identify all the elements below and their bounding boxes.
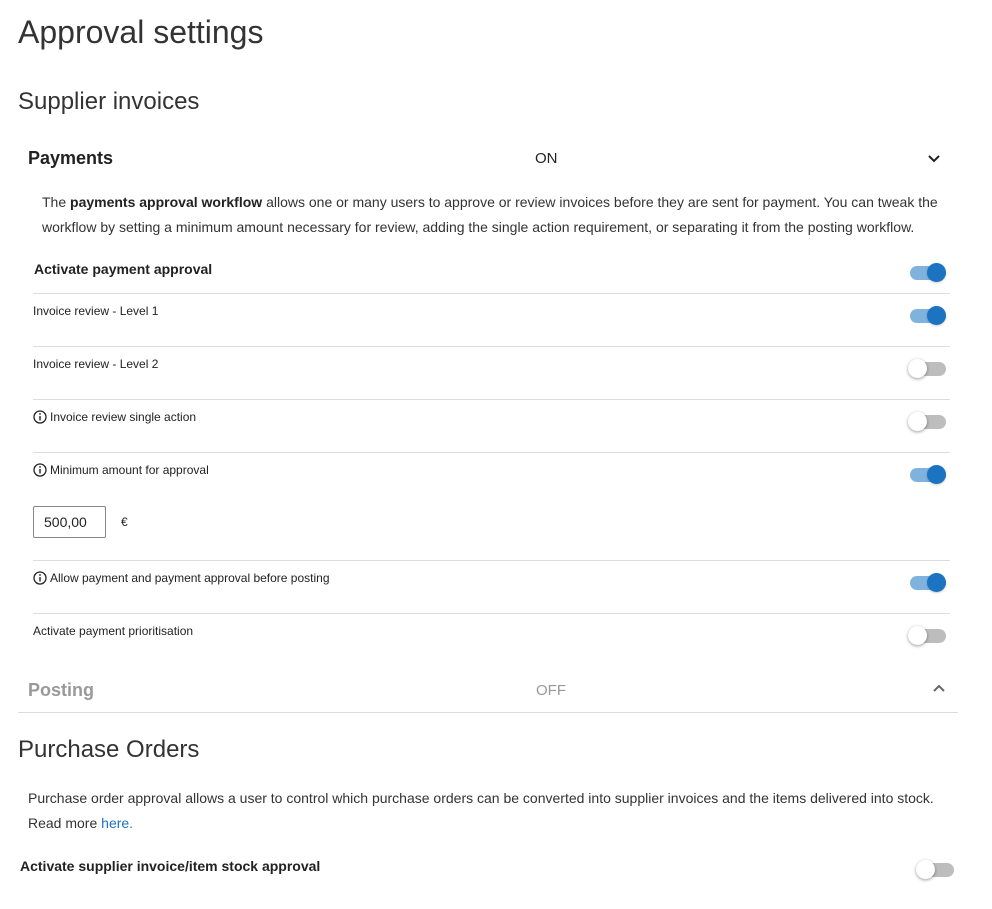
row-label-text: Invoice review single action: [50, 410, 197, 424]
invoice-review-level-2-label: Invoice review - Level 2: [33, 357, 158, 371]
invoice-review-level-1-label: Invoice review - Level 1: [33, 304, 158, 318]
read-more-text: Read more: [28, 815, 102, 831]
posting-accordion-header[interactable]: Posting OFF: [18, 674, 958, 708]
payments-description: The payments approval workflow allows on…: [42, 190, 952, 240]
divider: [33, 452, 950, 453]
section-title-purchase-orders: Purchase Orders: [18, 736, 200, 763]
section-title-supplier-invoices: Supplier invoices: [18, 88, 200, 115]
minimum-amount-input[interactable]: [33, 506, 106, 538]
activate-payment-prioritisation-toggle[interactable]: [908, 625, 948, 645]
chevron-down-icon[interactable]: [926, 151, 942, 167]
minimum-amount-toggle[interactable]: [908, 464, 948, 484]
payments-status: ON: [535, 150, 558, 167]
divider: [33, 293, 950, 294]
currency-label: €: [121, 515, 128, 529]
divider: [33, 399, 950, 400]
info-icon[interactable]: [33, 463, 47, 477]
divider: [33, 613, 950, 614]
row-label-text: Activate payment approval: [34, 261, 213, 277]
divider: [18, 712, 958, 713]
activate-payment-approval-label: Activate payment approval: [34, 261, 212, 277]
desc-bold: payments approval workflow: [70, 194, 263, 210]
info-icon[interactable]: [33, 571, 47, 585]
row-label-text: Invoice review - Level 1: [33, 304, 159, 318]
info-icon[interactable]: [33, 410, 47, 424]
posting-title: Posting: [28, 680, 94, 700]
row-label-text: Allow payment and payment approval befor…: [50, 571, 330, 585]
desc-prefix: The: [42, 194, 71, 210]
invoice-review-single-action-toggle[interactable]: [908, 411, 948, 431]
allow-payment-before-posting-toggle[interactable]: [908, 572, 948, 592]
payments-title: Payments: [28, 148, 114, 168]
row-label-text: Activate payment prioritisation: [33, 624, 194, 638]
activate-supplier-invoice-stock-approval-label: Activate supplier invoice/item stock app…: [20, 858, 320, 874]
activate-supplier-invoice-stock-approval-toggle[interactable]: [916, 859, 956, 879]
invoice-review-level-1-toggle[interactable]: [908, 305, 948, 325]
page-title: Approval settings: [18, 14, 264, 50]
purchase-orders-description: Purchase order approval allows a user to…: [28, 786, 968, 836]
activate-payment-approval-toggle[interactable]: [908, 262, 948, 282]
activate-payment-prioritisation-label: Activate payment prioritisation: [33, 624, 193, 638]
invoice-review-level-2-toggle[interactable]: [908, 358, 948, 378]
chevron-up-icon[interactable]: [931, 681, 947, 697]
payments-accordion-header[interactable]: Payments ON: [18, 142, 958, 176]
invoice-review-single-action-label: Invoice review single action: [33, 410, 196, 424]
divider: [33, 346, 950, 347]
desc-line2: workflow by setting a minimum amount nec…: [42, 219, 915, 235]
read-more-link[interactable]: here.: [101, 815, 133, 831]
posting-status: OFF: [536, 682, 566, 699]
row-label-text: Activate supplier invoice/item stock app…: [20, 858, 321, 874]
minimum-amount-label: Minimum amount for approval: [33, 463, 209, 477]
desc-line1-rest: allows one or many users to approve or r…: [262, 194, 938, 210]
row-label-text: Invoice review - Level 2: [33, 357, 159, 371]
divider: [33, 560, 950, 561]
row-label-text: Minimum amount for approval: [50, 463, 209, 477]
po-desc-line1: Purchase order approval allows a user to…: [28, 790, 934, 806]
allow-payment-before-posting-label: Allow payment and payment approval befor…: [33, 571, 330, 585]
